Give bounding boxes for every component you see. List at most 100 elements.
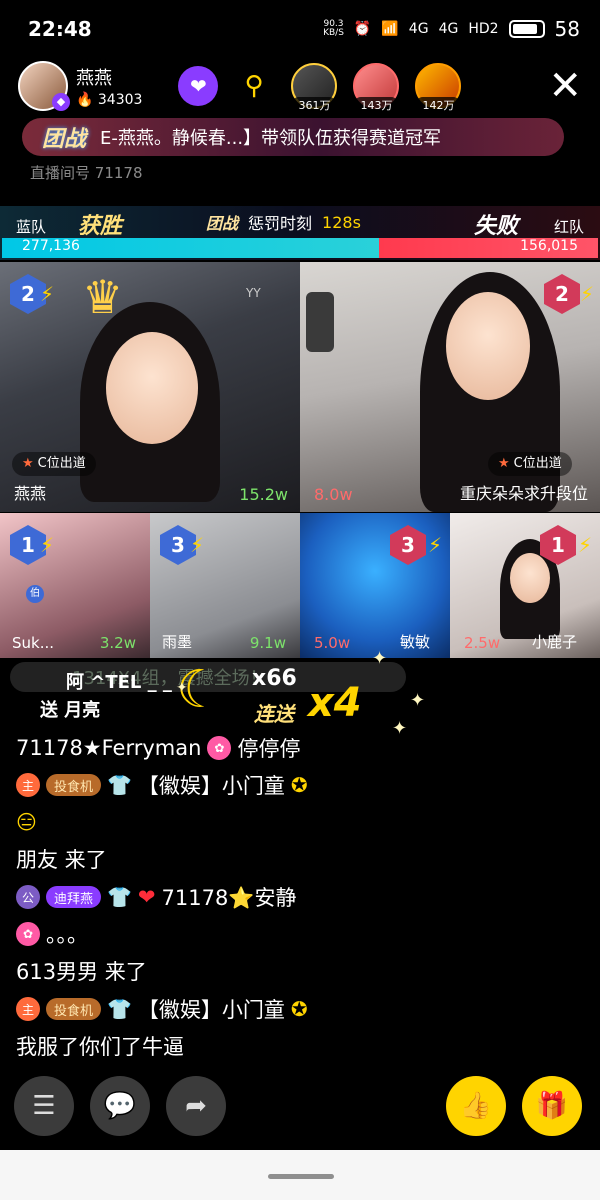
fan-tag: 投食机 <box>46 774 102 796</box>
watermark: YY <box>246 286 261 300</box>
top-viewer-avatar[interactable]: 361万 <box>291 63 338 113</box>
tile-score: 9.1w <box>249 634 286 652</box>
chat-message: 朋友 来了 <box>16 840 536 878</box>
sparkle-icon: ✦ <box>410 690 426 711</box>
tile-score: 2.5w <box>464 634 501 652</box>
lightning-icon: ⚡ <box>579 282 594 306</box>
network-speed: 90.3 KB/S <box>323 20 344 38</box>
bottom-action-bar: ☰ 💬 ➦ 👍 🎁 <box>0 1076 600 1140</box>
tile-streamer-name: Suk... <box>12 634 55 652</box>
gift-button[interactable]: 🎁 <box>522 1076 582 1136</box>
lightning-icon: ⚡ <box>40 533 55 557</box>
connect-mic-icon[interactable]: ⚲ <box>244 71 263 101</box>
video-tile-small[interactable]: 1 ⚡ 伯 Suk... 3.2w <box>0 513 150 658</box>
top-viewer-amount: 142万 <box>415 97 462 113</box>
gift-count: x66 <box>252 666 297 691</box>
chat-text-extra: 停停停 <box>237 737 301 761</box>
tile-score: 8.0w <box>314 485 353 504</box>
tile-score: 15.2w <box>239 485 288 504</box>
chat-text: 613男男 来了 <box>16 960 147 984</box>
host-level-badge: ◆ <box>52 93 70 111</box>
system-navigation-bar <box>0 1150 600 1200</box>
gift-sender-name: 阿 ^TEL _ _ <box>66 672 172 693</box>
chat-message: 公 迪拜燕 👕 ❤ 71178⭐安静 <box>16 878 536 916</box>
combo-multiplier: x4 <box>308 680 362 726</box>
top-viewer-avatar[interactable]: 142万 <box>415 63 462 113</box>
face-shape <box>106 332 198 444</box>
video-tile-main-left[interactable]: ♛ 2 ⚡ YY ★ C位出道 燕燕 15.2w <box>0 262 300 512</box>
thumbs-up-icon: 👍 <box>459 1091 493 1121</box>
host-badge: 主 <box>16 997 40 1021</box>
status-bar: 22:48 90.3 KB/S ⏰ 📶 4G 4G HD2 58 <box>0 0 600 58</box>
host-fans-count: 34303 <box>97 92 143 108</box>
heart-icon: ❤ <box>137 885 156 909</box>
tile-streamer-name: 燕燕 <box>14 484 47 503</box>
lightning-icon: ⚡ <box>40 282 55 306</box>
host-fans: 🔥 34303 <box>76 92 142 108</box>
video-tile-small[interactable]: 1 ⚡ 2.5w 小鹿子 <box>450 513 600 658</box>
host-avatar[interactable]: ◆ <box>18 61 70 111</box>
wifi-icon: 📶 <box>381 21 399 37</box>
flame-icon: 🔥 <box>76 92 94 108</box>
emoji-icon: 😑 <box>16 810 37 834</box>
vip-shirt-icon: 👕 <box>107 773 132 797</box>
menu-icon: ☰ <box>32 1091 56 1121</box>
menu-button[interactable]: ☰ <box>14 1076 74 1136</box>
signal-4g-icon: 4G <box>408 21 429 37</box>
team-battle-logo: 团战 <box>206 214 239 233</box>
win-label: 获胜 <box>78 214 123 239</box>
face-shape <box>446 292 530 400</box>
level-badge: 3 <box>390 525 426 565</box>
room-id: 直播间号 71178 <box>30 162 143 183</box>
tile-streamer-name: 小鹿子 <box>532 633 578 651</box>
tile-score: 3.2w <box>99 634 136 652</box>
red-team-label: 红队 <box>553 218 584 236</box>
public-badge: 公 <box>16 885 40 909</box>
c-position-tag: ★ C位出道 <box>488 452 572 476</box>
chat-message: 主 投食机 👕 【徽娱】小门童 ✪ <box>16 990 536 1028</box>
chat-button[interactable]: 💬 <box>90 1076 150 1136</box>
announcement-ticker[interactable]: 团战 E-燕燕。静候春...】带领队伍获得赛道冠军 <box>22 118 564 156</box>
home-gesture-pill[interactable] <box>268 1174 334 1179</box>
chat-message: 我服了你们了牛逼 <box>16 1028 536 1064</box>
video-tile-small[interactable]: 3 ⚡ 雨墨 9.1w <box>150 513 300 658</box>
blue-team-score: 277,136 <box>22 238 80 254</box>
chat-message: 😑 <box>16 804 536 840</box>
lightning-icon: ⚡ <box>190 533 205 557</box>
c-position-tag: ★ C位出道 <box>12 452 96 476</box>
tile-streamer-name: 敏敏 <box>400 633 431 651</box>
guard-badge-icon: 伯 <box>26 585 44 603</box>
fan-tag: 投食机 <box>46 998 102 1020</box>
close-icon: ✕ <box>548 63 582 109</box>
medal-icon: ✪ <box>290 997 308 1021</box>
noble-badge-icon: ✿ <box>16 922 40 946</box>
follow-heart-button[interactable]: ❤ <box>178 66 219 106</box>
lightning-icon: ⚡ <box>577 533 592 557</box>
fan-tag: 迪拜燕 <box>46 886 102 908</box>
tile-score: 5.0w <box>314 634 351 652</box>
pk-phase: 团战 惩罚时刻 128s <box>206 210 361 234</box>
like-button[interactable]: 👍 <box>446 1076 506 1136</box>
close-button[interactable]: ✕ <box>548 66 582 106</box>
chat-list[interactable]: 71178★Ferryman ✿ 停停停 主 投食机 👕 【徽娱】小门童 ✪ 😑… <box>16 730 536 1064</box>
chat-text: 【徽娱】小门童 <box>137 774 285 798</box>
top-viewer-avatar[interactable]: 143万 <box>353 63 400 113</box>
host-info[interactable]: 燕燕 🔥 34303 <box>76 64 142 108</box>
pk-progress-track: 277,136 156,015 <box>2 238 598 258</box>
network-speed-unit: KB/S <box>323 28 344 38</box>
vip-shirt-icon: 👕 <box>107 997 132 1021</box>
chat-text: 71178★Ferryman <box>16 736 202 760</box>
host-badge: 主 <box>16 773 40 797</box>
noble-badge-icon: ✿ <box>207 736 232 760</box>
star-icon: ★ <box>498 456 510 471</box>
alarm-icon: ⏰ <box>353 21 372 37</box>
face-shape <box>510 553 550 603</box>
gift-icon: 🎁 <box>535 1091 569 1121</box>
share-button[interactable]: ➦ <box>166 1076 226 1136</box>
signal-4g-icon-2: 4G <box>438 21 459 37</box>
chat-text: 朋友 来了 <box>16 848 107 872</box>
video-tile-main-right[interactable]: 2 ⚡ ★ C位出道 8.0w 重庆朵朵求升段位 <box>300 262 600 512</box>
video-tile-small[interactable]: 3 ⚡ 5.0w 敏敏 <box>300 513 450 658</box>
ticker-text: E-燕燕。静候春...】带领队伍获得赛道冠军 <box>100 128 442 149</box>
team-battle-logo: 团战 <box>42 127 87 152</box>
